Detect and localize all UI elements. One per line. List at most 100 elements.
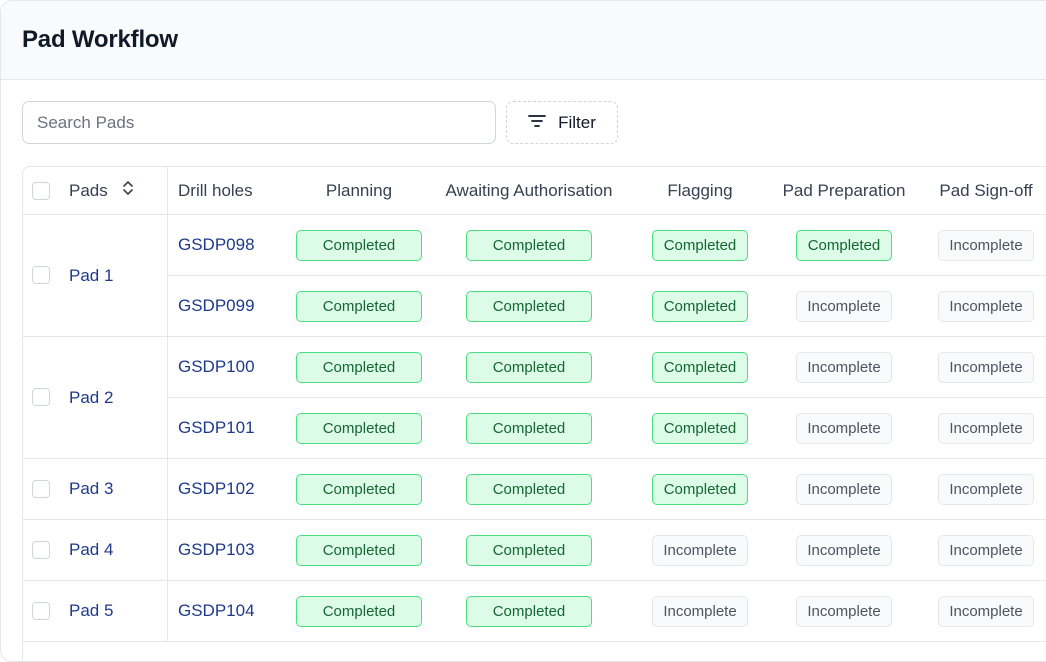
row-select-cell	[23, 580, 69, 642]
status-badge[interactable]: Incomplete	[938, 595, 1034, 627]
header-pads-label: Pads	[69, 180, 108, 200]
signoff-status-cell: Incomplete	[914, 458, 1046, 520]
status-badge[interactable]: Completed	[652, 290, 748, 322]
status-badge[interactable]: Completed	[296, 412, 422, 444]
status-badge[interactable]: Completed	[466, 229, 592, 261]
status-badge[interactable]: Completed	[296, 595, 422, 627]
pad-link[interactable]: Pad 4	[69, 540, 113, 559]
status-badge[interactable]: Incomplete	[938, 229, 1034, 261]
table-row: Pad 2 GSDP100 Completed Completed Completed I…	[23, 336, 1046, 459]
row-checkbox[interactable]	[32, 479, 50, 498]
status-badge[interactable]: Completed	[466, 534, 592, 566]
status-badge[interactable]: Incomplete	[652, 534, 748, 566]
status-badge[interactable]: Incomplete	[938, 290, 1034, 322]
preparation-status-cell: Incomplete	[774, 519, 914, 581]
row-select-cell	[23, 458, 69, 520]
drill-hole-link[interactable]: GSDP099	[178, 296, 255, 315]
pad-link[interactable]: Pad 1	[69, 266, 113, 285]
planning-status-cell: Completed	[286, 580, 432, 642]
sort-icon[interactable]	[122, 180, 134, 201]
status-badge[interactable]: Completed	[652, 473, 748, 505]
drill-hole-link[interactable]: GSDP101	[178, 418, 255, 437]
drill-hole-link[interactable]: GSDP102	[178, 479, 255, 498]
awaiting-status-cell: Completed	[432, 580, 626, 642]
select-all-checkbox[interactable]	[32, 182, 50, 201]
status-badge[interactable]: Incomplete	[938, 473, 1034, 505]
pad-cell: Pad 5	[69, 580, 168, 642]
row-checkbox[interactable]	[32, 266, 50, 285]
table-body: Pad 1 GSDP098 Completed Completed Completed C…	[23, 214, 1046, 642]
status-badge[interactable]: Incomplete	[796, 290, 892, 322]
preparation-status-cell: Incomplete	[774, 275, 914, 337]
preparation-status-cell: Incomplete	[774, 458, 914, 520]
filter-lines-icon	[528, 113, 547, 133]
row-checkbox[interactable]	[32, 601, 50, 620]
drill-hole-link[interactable]: GSDP098	[178, 235, 255, 254]
header-select-all	[23, 167, 69, 215]
table-row: Pad 5 GSDP104 Completed Completed Incomplete…	[23, 580, 1046, 642]
status-badge[interactable]: Incomplete	[938, 534, 1034, 566]
pad-cell: Pad 1	[69, 214, 168, 337]
status-badge[interactable]: Incomplete	[652, 595, 748, 627]
pad-link[interactable]: Pad 2	[69, 388, 113, 407]
signoff-status-cell: Incomplete	[914, 519, 1046, 581]
drill-hole-link[interactable]: GSDP103	[178, 540, 255, 559]
status-badge[interactable]: Completed	[796, 229, 892, 261]
header-pads[interactable]: Pads	[69, 167, 168, 215]
header-awaiting-authorisation: Awaiting Authorisation	[432, 167, 626, 215]
status-badge[interactable]: Completed	[466, 290, 592, 322]
status-badge[interactable]: Incomplete	[796, 595, 892, 627]
header-planning: Planning	[286, 167, 432, 215]
preparation-status-cell: Incomplete	[774, 397, 914, 459]
flagging-status-cell: Incomplete	[626, 580, 774, 642]
row-checkbox[interactable]	[32, 388, 50, 407]
filter-button[interactable]: Filter	[506, 101, 618, 144]
row-select-cell	[23, 214, 69, 337]
awaiting-status-cell: Completed	[432, 275, 626, 337]
pad-link[interactable]: Pad 5	[69, 601, 113, 620]
row-checkbox[interactable]	[32, 540, 50, 559]
planning-status-cell: Completed	[286, 275, 432, 337]
planning-status-cell: Completed	[286, 458, 432, 520]
preparation-status-cell: Incomplete	[774, 580, 914, 642]
toolbar: Filter	[22, 101, 618, 144]
status-badge[interactable]: Completed	[466, 595, 592, 627]
search-input[interactable]	[22, 101, 496, 144]
pad-cell: Pad 3	[69, 458, 168, 520]
awaiting-status-cell: Completed	[432, 519, 626, 581]
status-badge[interactable]: Incomplete	[938, 412, 1034, 444]
header-flagging: Flagging	[626, 167, 774, 215]
status-badge[interactable]: Completed	[466, 412, 592, 444]
drill-hole-link[interactable]: GSDP104	[178, 601, 255, 620]
drill-hole-link[interactable]: GSDP100	[178, 357, 255, 376]
status-badge[interactable]: Incomplete	[796, 534, 892, 566]
status-badge[interactable]: Completed	[466, 351, 592, 383]
status-badge[interactable]: Completed	[296, 290, 422, 322]
status-badge[interactable]: Incomplete	[796, 412, 892, 444]
status-badge[interactable]: Incomplete	[938, 351, 1034, 383]
planning-status-cell: Completed	[286, 336, 432, 398]
status-badge[interactable]: Completed	[652, 351, 748, 383]
status-badge[interactable]: Completed	[466, 473, 592, 505]
status-badge[interactable]: Incomplete	[796, 473, 892, 505]
signoff-status-cell: Incomplete	[914, 336, 1046, 398]
flagging-status-cell: Completed	[626, 336, 774, 398]
status-badge[interactable]: Completed	[296, 534, 422, 566]
status-badge[interactable]: Incomplete	[796, 351, 892, 383]
pad-cell: Pad 2	[69, 336, 168, 459]
table-row: GSDP101 Completed Completed Completed Incomp…	[23, 397, 1046, 459]
flagging-status-cell: Completed	[626, 214, 774, 276]
drill-hole-cell: GSDP100	[167, 336, 286, 398]
header-pad-preparation: Pad Preparation	[774, 167, 914, 215]
table-row: GSDP099 Completed Completed Completed Incomp…	[23, 275, 1046, 337]
flagging-status-cell: Incomplete	[626, 519, 774, 581]
signoff-status-cell: Incomplete	[914, 214, 1046, 276]
status-badge[interactable]: Completed	[296, 351, 422, 383]
status-badge[interactable]: Completed	[652, 229, 748, 261]
pad-link[interactable]: Pad 3	[69, 479, 113, 498]
pad-cell: Pad 4	[69, 519, 168, 581]
status-badge[interactable]: Completed	[652, 412, 748, 444]
status-badge[interactable]: Completed	[296, 229, 422, 261]
planning-status-cell: Completed	[286, 214, 432, 276]
status-badge[interactable]: Completed	[296, 473, 422, 505]
